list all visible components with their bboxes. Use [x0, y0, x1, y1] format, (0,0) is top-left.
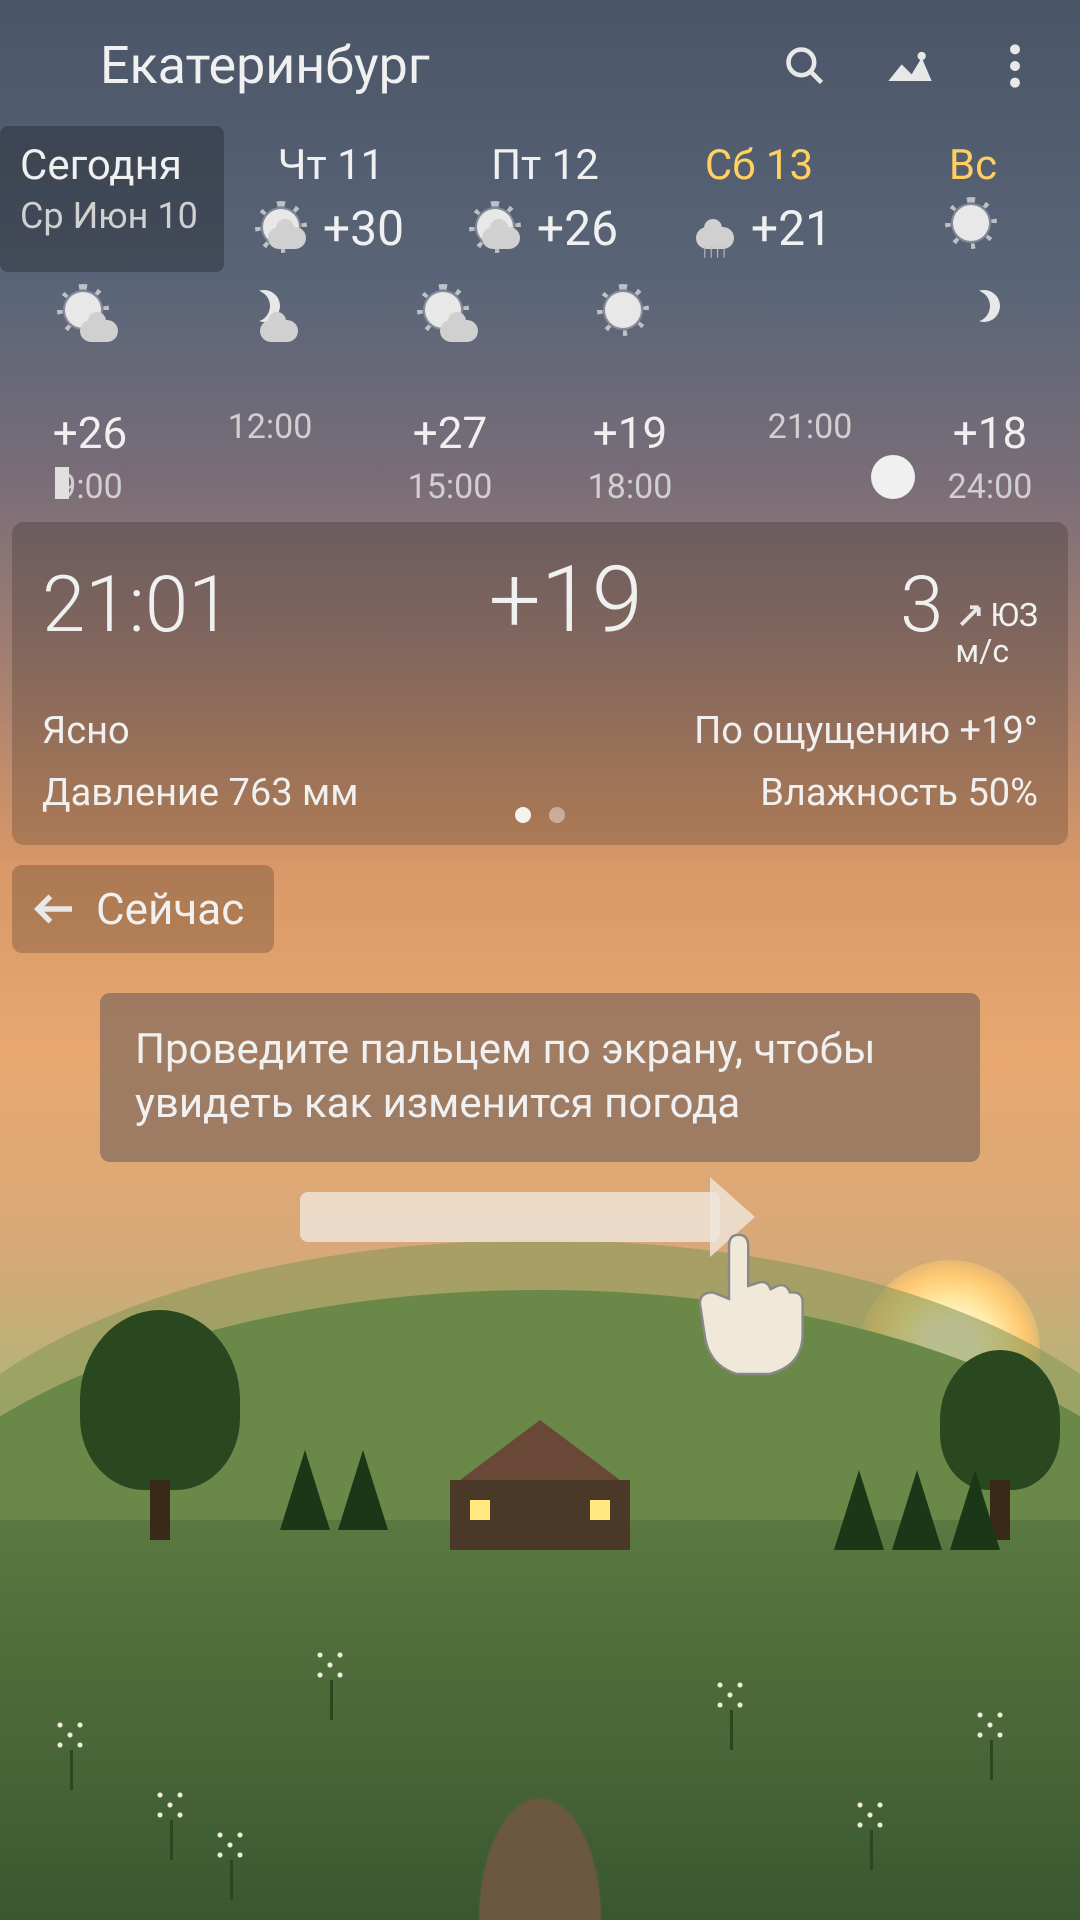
current-temperature: +19 [489, 547, 643, 654]
page-dot-1[interactable] [515, 807, 531, 823]
hour-time: 12:00 [180, 407, 360, 447]
hour-time: 15:00 [360, 467, 540, 507]
current-weather-panel[interactable]: 21:01 +19 3 ЮЗ м/с Яс [12, 522, 1068, 845]
day-label: Сб 13 [662, 141, 856, 190]
hour-time: 21:00 [720, 407, 900, 447]
humidity: Влажность 50% [760, 771, 1038, 815]
app-header: Екатеринбург [0, 35, 1080, 126]
sun-icon [948, 200, 998, 250]
sun-cloud-icon [420, 287, 480, 347]
hour-temp: +19 [540, 407, 720, 459]
hour-temp: +26 [0, 407, 180, 459]
photo-icon[interactable] [885, 41, 935, 91]
rain-icon [686, 204, 736, 254]
wind-speed: 3 [900, 560, 943, 651]
current-time: 21:01 [42, 560, 231, 651]
day-label: Пт 12 [448, 141, 642, 190]
timeline-start-marker [55, 467, 69, 499]
more-icon[interactable] [990, 41, 1040, 91]
current-condition: Ясно [42, 709, 130, 753]
day-tab-4[interactable]: Вс [866, 126, 1080, 272]
hour-item-0[interactable]: +26 9:00 [0, 287, 180, 507]
sun-cloud-icon [258, 204, 308, 254]
day-tab-2[interactable]: Пт 12 +26 [438, 126, 652, 272]
now-badge[interactable]: Сейчас [12, 865, 274, 953]
page-dot-2[interactable] [549, 807, 565, 823]
now-label: Сейчас [96, 883, 244, 935]
current-wind: 3 ЮЗ м/с [900, 560, 1038, 669]
day-sublabel: Ср Июн 10 [20, 195, 214, 237]
back-arrow-icon [32, 891, 76, 927]
day-temp: +26 [537, 200, 618, 257]
day-label: Вс [876, 141, 1070, 190]
day-tab-3[interactable]: Сб 13 +21 [652, 126, 866, 272]
day-temp: +21 [751, 200, 832, 257]
hour-item-2[interactable]: +27 15:00 [360, 287, 540, 507]
hour-item-3[interactable]: +19 18:00 [540, 287, 720, 507]
wind-unit: м/с [955, 634, 1009, 669]
sun-cloud-icon [60, 287, 120, 347]
hour-time: 24:00 [900, 467, 1080, 507]
pressure: Давление 763 мм [42, 771, 358, 815]
hour-item-1[interactable]: 12:00 [180, 287, 360, 507]
hour-temp: +18 [900, 407, 1080, 459]
hour-time: 9:00 [0, 467, 180, 507]
day-temp: +30 [323, 200, 404, 257]
day-label: Сегодня [20, 141, 214, 190]
sun-icon [600, 287, 660, 347]
day-label: Чт 11 [234, 141, 428, 190]
wind-direction: ЮЗ [990, 598, 1038, 633]
feels-like: По ощущению +19° [694, 709, 1038, 753]
forecast-days[interactable]: Сегодня Ср Июн 10 Чт 11 +30 Пт 12 +26 Сб 13 +21… [0, 126, 1080, 272]
swipe-arrow-icon [300, 1192, 720, 1242]
wind-arrow-icon [955, 601, 985, 631]
page-indicator[interactable] [515, 807, 565, 823]
hour-time: 18:00 [540, 467, 720, 507]
swipe-hint-bubble: Проведите пальцем по экрану, чтобы увиде… [100, 993, 980, 1162]
day-tab-1[interactable]: Чт 11 +30 [224, 126, 438, 272]
sun-cloud-icon [472, 204, 522, 254]
city-name[interactable]: Екатеринбург [40, 35, 780, 96]
search-icon[interactable] [780, 41, 830, 91]
moon-icon [960, 287, 1020, 347]
swipe-gesture-hint [0, 1192, 1080, 1392]
timeline-current-dot[interactable] [871, 455, 915, 499]
hour-temp: +27 [360, 407, 540, 459]
hand-pointer-icon [680, 1222, 810, 1386]
day-tab-0[interactable]: Сегодня Ср Июн 10 [0, 126, 224, 272]
hourly-forecast[interactable]: +26 9:0012:00+27 15:00+19 18:0021:00+18 24:0… [0, 272, 1080, 507]
hour-item-5[interactable]: +18 24:00 [900, 287, 1080, 507]
moon-cloud-icon [240, 287, 300, 347]
